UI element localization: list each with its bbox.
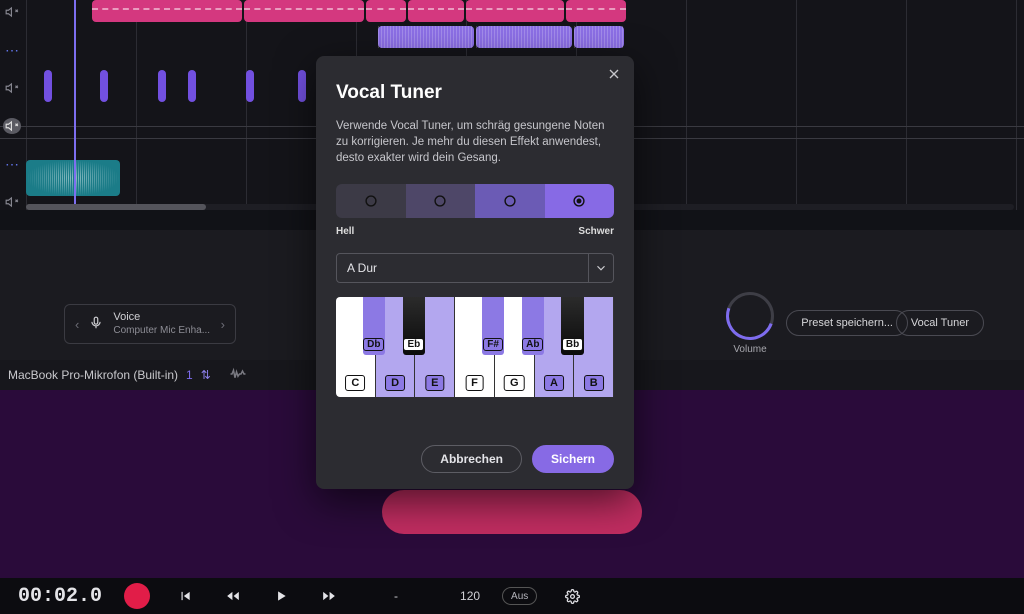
key-label: E <box>425 375 444 391</box>
intensity-min-label: Hell <box>336 226 354 237</box>
key-label: G <box>504 375 525 391</box>
close-icon[interactable] <box>606 66 622 85</box>
dialog-title: Vocal Tuner <box>336 82 614 104</box>
chevron-down-icon <box>594 261 608 278</box>
intensity-option-1[interactable] <box>336 184 406 218</box>
scale-dropdown[interactable]: A Dur <box>336 253 614 283</box>
piano-keyboard: C D E F G A B Db Eb F# Ab Bb <box>336 297 614 397</box>
key-label: Bb <box>562 338 583 351</box>
black-key-Eb[interactable]: Eb <box>403 297 425 355</box>
key-label: F# <box>483 338 503 351</box>
intensity-selector <box>336 184 614 218</box>
confirm-button[interactable]: Sichern <box>532 445 614 473</box>
key-label: C <box>345 375 365 391</box>
black-key-Db[interactable]: Db <box>363 297 385 355</box>
dialog-description: Verwende Vocal Tuner, um schräg gesungen… <box>336 118 614 166</box>
intensity-option-2[interactable] <box>406 184 476 218</box>
black-key-Bb[interactable]: Bb <box>561 297 583 355</box>
intensity-max-label: Schwer <box>578 226 614 237</box>
key-label: B <box>584 375 604 391</box>
key-label: D <box>385 375 405 391</box>
black-key-Ab[interactable]: Ab <box>522 297 544 355</box>
key-label: Db <box>363 338 384 351</box>
intensity-option-4[interactable] <box>545 184 615 218</box>
key-label: A <box>544 375 564 391</box>
black-key-F#[interactable]: F# <box>482 297 504 355</box>
key-label: F <box>465 375 484 391</box>
intensity-option-3[interactable] <box>475 184 545 218</box>
scale-value: A Dur <box>347 261 377 275</box>
cancel-button[interactable]: Abbrechen <box>421 445 522 473</box>
key-label: Eb <box>403 338 424 351</box>
vocal-tuner-dialog: Vocal Tuner Verwende Vocal Tuner, um sch… <box>316 56 634 489</box>
modal-backdrop: Vocal Tuner Verwende Vocal Tuner, um sch… <box>0 0 1024 614</box>
key-label: Ab <box>522 338 543 351</box>
